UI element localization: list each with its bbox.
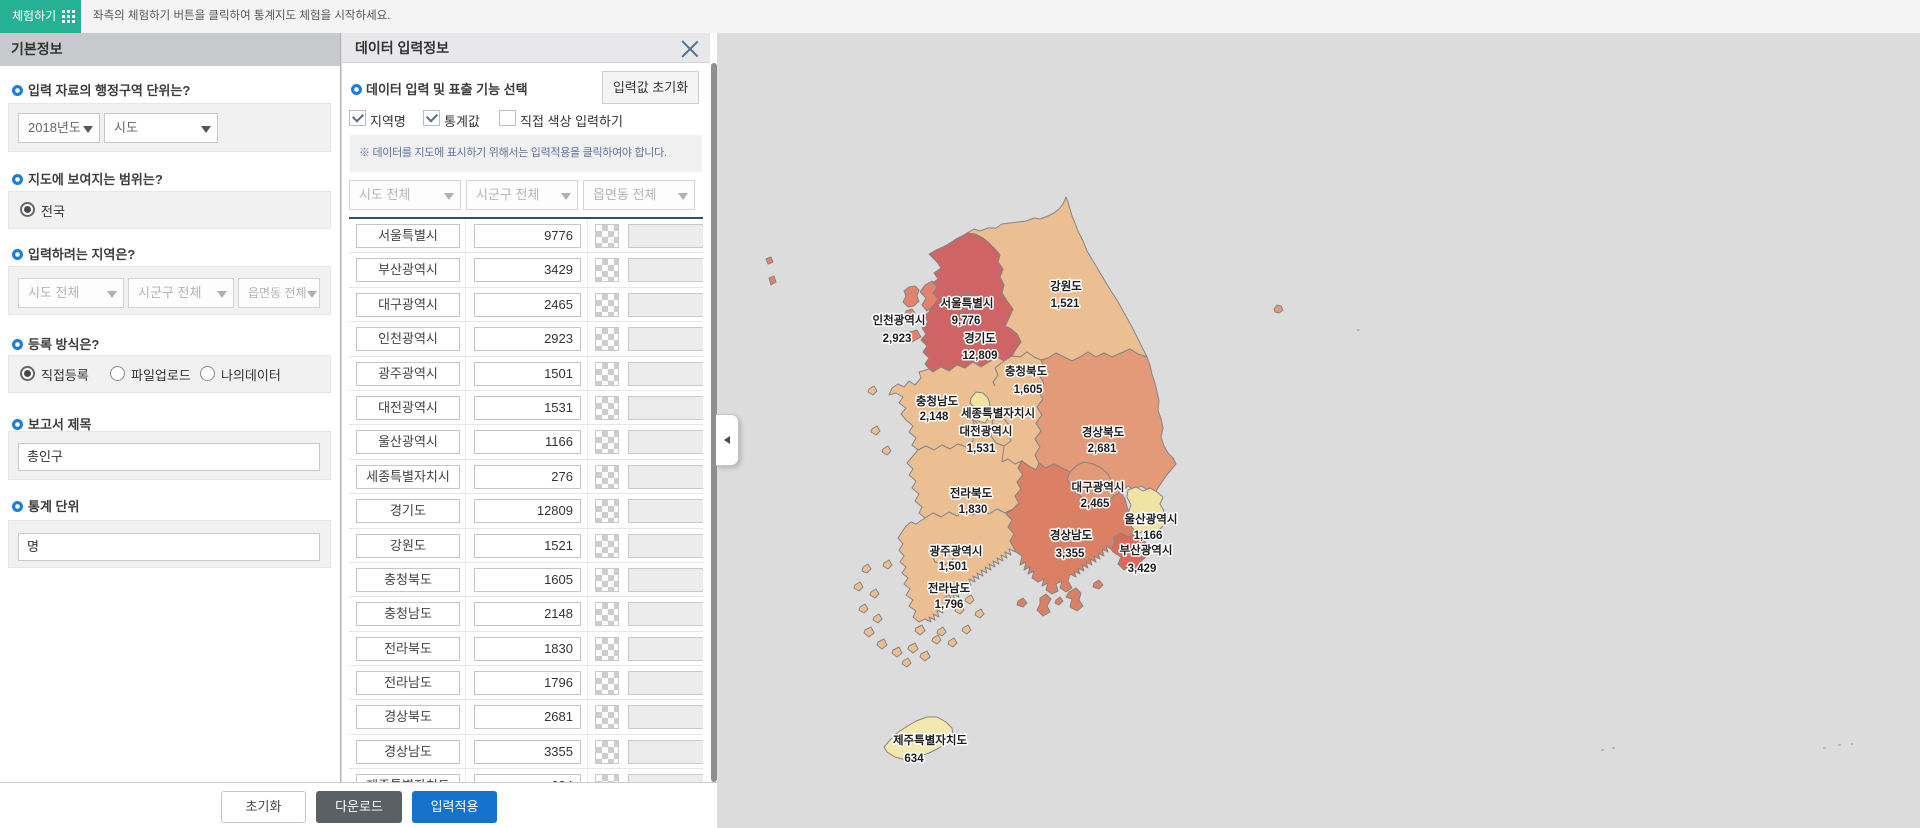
svg-text:2,465: 2,465 xyxy=(1081,498,1110,510)
svg-text:부산광역시: 부산광역시 xyxy=(1120,543,1173,557)
svg-text:세종특별자치시: 세종특별자치시 xyxy=(961,406,1035,420)
svg-text:1,830: 1,830 xyxy=(959,504,988,516)
svg-text:전라북도: 전라북도 xyxy=(950,486,993,500)
svg-text:634: 634 xyxy=(904,753,924,765)
svg-text:충청남도: 충청남도 xyxy=(916,394,959,408)
svg-text:인천광역시: 인천광역시 xyxy=(873,313,926,327)
svg-text:강원도: 강원도 xyxy=(1050,279,1082,293)
svg-text:1,521: 1,521 xyxy=(1051,298,1080,310)
svg-text:2,681: 2,681 xyxy=(1088,443,1117,455)
svg-text:2,923: 2,923 xyxy=(883,333,912,345)
svg-text:3,355: 3,355 xyxy=(1056,548,1085,560)
svg-text:경상북도: 경상북도 xyxy=(1082,425,1125,439)
svg-text:광주광역시: 광주광역시 xyxy=(930,544,983,558)
svg-text:3,429: 3,429 xyxy=(1128,563,1157,575)
svg-text:1,796: 1,796 xyxy=(935,599,964,611)
svg-text:경기도: 경기도 xyxy=(964,331,996,345)
svg-text:울산광역시: 울산광역시 xyxy=(1125,512,1178,526)
svg-text:9,776: 9,776 xyxy=(952,315,981,327)
svg-text:충청북도: 충청북도 xyxy=(1005,364,1048,378)
svg-text:2,148: 2,148 xyxy=(920,411,949,423)
svg-text:대구광역시: 대구광역시 xyxy=(1072,480,1125,494)
svg-text:1,501: 1,501 xyxy=(939,561,968,573)
svg-text:대전광역시: 대전광역시 xyxy=(960,424,1013,438)
svg-text:제주특별자치도: 제주특별자치도 xyxy=(893,733,967,747)
svg-text:1,531: 1,531 xyxy=(967,443,996,455)
svg-text:12,809: 12,809 xyxy=(962,350,997,362)
svg-text:전라남도: 전라남도 xyxy=(928,581,971,595)
svg-text:1,605: 1,605 xyxy=(1014,384,1043,396)
svg-text:경상남도: 경상남도 xyxy=(1050,528,1093,542)
svg-text:1,166: 1,166 xyxy=(1134,530,1163,542)
svg-text:서울특별시: 서울특별시 xyxy=(941,296,994,310)
